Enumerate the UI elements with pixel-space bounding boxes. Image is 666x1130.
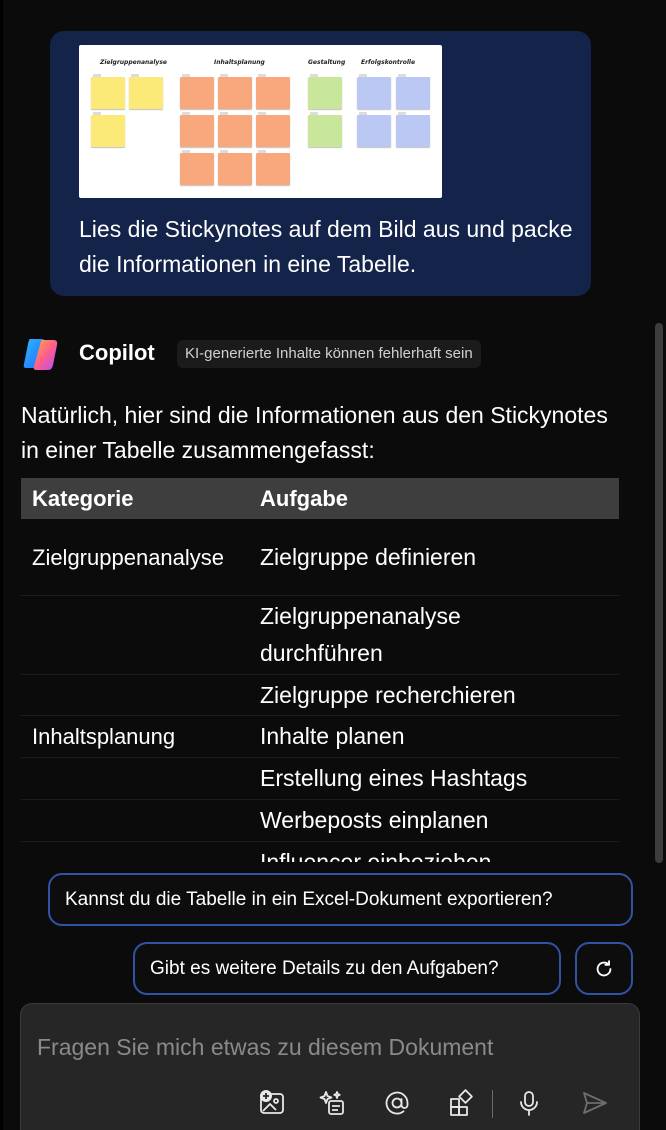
- table-row: Werbeposts einplanen: [21, 800, 619, 842]
- sticky-note: [218, 112, 252, 147]
- assistant-intro-text: Natürlich, hier sind die Informationen a…: [21, 402, 608, 463]
- table-cell-category: Inhaltsplanung: [32, 724, 176, 749]
- plugins-button[interactable]: [445, 1086, 479, 1120]
- sticky-note: [308, 112, 342, 147]
- mention-button[interactable]: [380, 1086, 414, 1120]
- microphone-button[interactable]: [512, 1086, 546, 1120]
- assistant-name: Copilot: [79, 340, 155, 365]
- image-column-title: Gestaltung: [308, 59, 346, 66]
- sticky-note: [129, 74, 163, 109]
- scrollbar-thumb[interactable]: [655, 323, 663, 863]
- table-cell-task: Erstellung eines Hashtags: [260, 765, 528, 791]
- table-row: Zielgruppe recherchieren: [21, 675, 619, 716]
- table-cell-task: Werbeposts einplanen: [260, 807, 489, 833]
- sticky-note: [218, 150, 252, 185]
- sticky-note: [256, 74, 290, 109]
- table-cell-category: [21, 675, 250, 715]
- image-add-icon: [260, 1090, 284, 1114]
- user-message-bubble: Zielgruppenanalyse Inhaltsplanung Gestal…: [50, 31, 591, 296]
- table-cell-task: Zielgruppe recherchieren: [260, 681, 516, 708]
- image-column-title: Inhaltsplanung: [214, 59, 265, 66]
- table-cell-category: [21, 596, 250, 674]
- chat-scroll-area[interactable]: Zielgruppenanalyse Inhaltsplanung Gestal…: [0, 0, 666, 862]
- table-row: Erstellung eines Hashtags: [21, 758, 619, 800]
- table-cell-category: [21, 758, 250, 799]
- table-cell-task: Zielgruppenanalyse durchführen: [260, 603, 461, 666]
- chat-input[interactable]: [37, 1028, 617, 1066]
- copilot-logo-icon: [22, 335, 62, 373]
- table-cell-task: Inhalte planen: [260, 723, 405, 749]
- apps-add-icon: [450, 1089, 473, 1116]
- table-row: Inhaltsplanung Inhalte planen: [21, 716, 619, 758]
- sticky-note: [357, 74, 391, 109]
- sticky-note: [91, 74, 125, 109]
- sticky-note: [308, 74, 342, 109]
- attached-sticky-notes-image[interactable]: Zielgruppenanalyse Inhaltsplanung Gestal…: [79, 45, 442, 198]
- sticky-note: [357, 112, 391, 147]
- refresh-icon: [596, 959, 612, 976]
- table-header-category: Kategorie: [32, 485, 134, 511]
- image-column-title: Erfolgskontrolle: [361, 59, 416, 66]
- sticky-note: [180, 150, 214, 185]
- table-cell-task: Influencer einbeziehen: [260, 849, 492, 862]
- microphone-icon: [520, 1091, 538, 1116]
- sticky-note: [256, 112, 290, 147]
- sticky-note: [396, 112, 430, 147]
- sticky-note: [91, 112, 125, 147]
- table-cell-category: [21, 800, 250, 841]
- refresh-suggestions-button[interactable]: [575, 942, 633, 995]
- send-icon: [583, 1092, 607, 1114]
- table-cell-category: [21, 842, 250, 862]
- sticky-note: [218, 74, 252, 109]
- table-row: Influencer einbeziehen: [21, 842, 619, 862]
- sticky-note: [180, 112, 214, 147]
- user-message-text: Lies die Stickynotes auf dem Bild aus un…: [79, 216, 573, 277]
- table-cell-category: Zielgruppenanalyse: [32, 544, 225, 570]
- sparkle-prompts-icon: [319, 1091, 344, 1115]
- ai-disclaimer-badge: KI-generierte Inhalte können fehlerhaft …: [177, 340, 481, 368]
- table-cell-task: Zielgruppe definieren: [260, 543, 477, 570]
- sticky-note: [396, 74, 430, 109]
- send-button[interactable]: [578, 1086, 612, 1120]
- sticky-note: [256, 150, 290, 185]
- tasks-table: Kategorie Aufgabe Zielgruppenanalyse Zie…: [21, 478, 619, 862]
- table-row: Zielgruppenanalyse Zielgruppe definieren: [21, 519, 619, 596]
- table-header-task: Aufgabe: [260, 485, 348, 511]
- toolbar-divider: [492, 1090, 493, 1118]
- add-image-button[interactable]: [255, 1086, 289, 1120]
- image-column-title: Zielgruppenanalyse: [100, 59, 167, 66]
- at-mention-icon: [385, 1091, 409, 1115]
- suggestion-chip-export-excel[interactable]: Kannst du die Tabelle in ein Excel-Dokum…: [48, 873, 633, 926]
- prompts-button[interactable]: [315, 1086, 349, 1120]
- table-header: Kategorie Aufgabe: [21, 478, 619, 519]
- chat-input-box: [20, 1003, 640, 1130]
- sticky-note: [180, 74, 214, 109]
- table-row: Zielgruppenanalyse durchführen: [21, 596, 619, 675]
- suggestion-chip-more-details[interactable]: Gibt es weitere Details zu den Aufgaben?: [133, 942, 561, 995]
